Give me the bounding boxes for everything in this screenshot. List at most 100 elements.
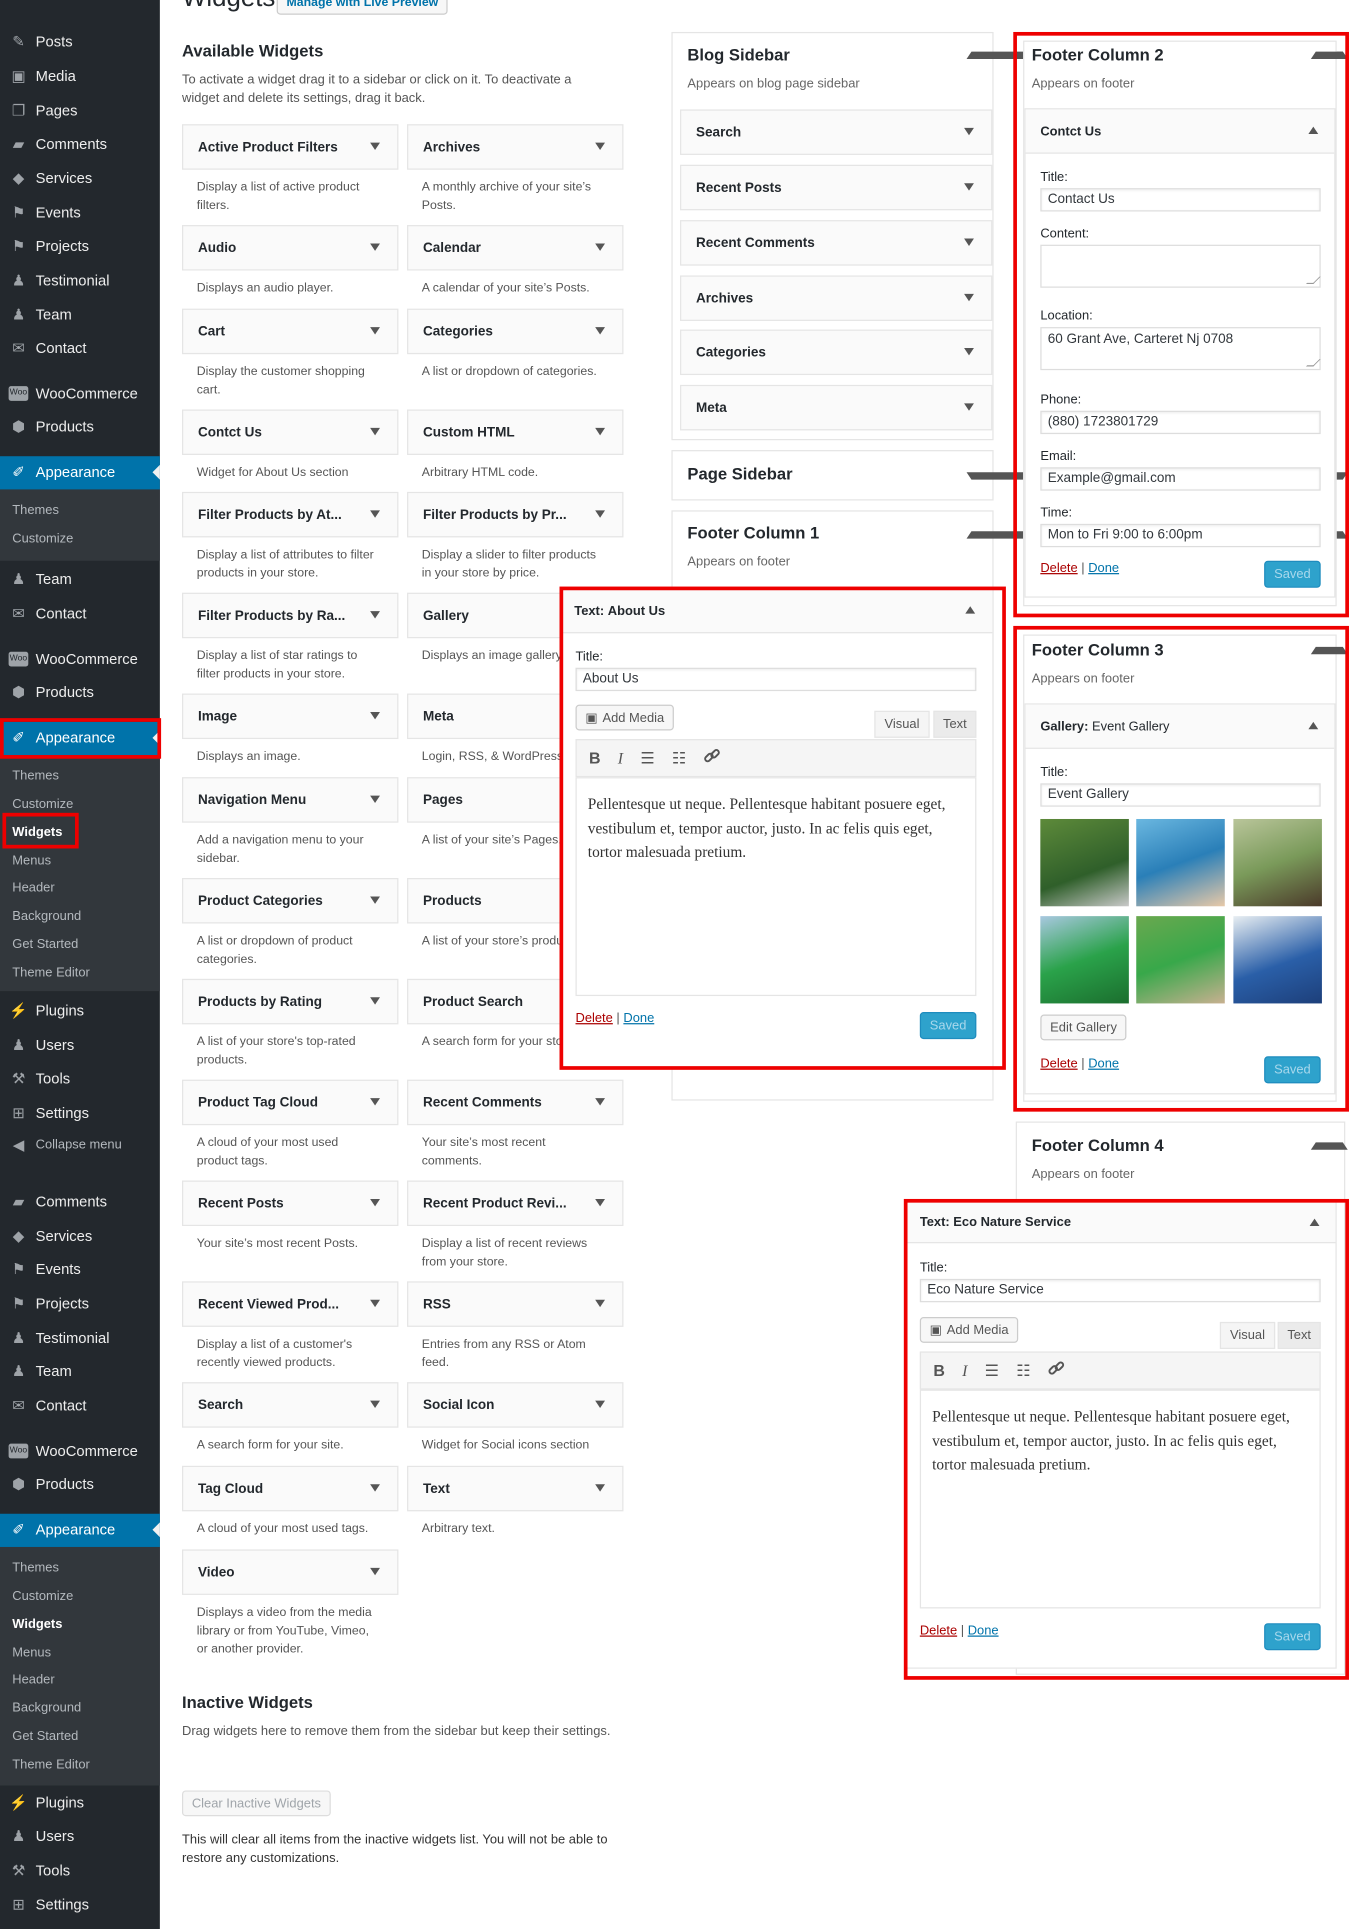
- widget-header[interactable]: Text: Eco Nature Service: [906, 1202, 1336, 1244]
- expand-arrow-icon[interactable]: [964, 127, 974, 136]
- done-link[interactable]: Done: [623, 1011, 654, 1026]
- gallery-image[interactable]: [1233, 916, 1322, 1004]
- phone-input[interactable]: (880) 1723801729: [1040, 410, 1321, 435]
- widget-archives[interactable]: Archives: [407, 124, 624, 170]
- italic-icon[interactable]: I: [962, 1361, 967, 1381]
- menu-item-appearance[interactable]: ✐ Appearance: [0, 455, 160, 489]
- menu-item-tools[interactable]: ⚒ Tools: [0, 1062, 160, 1095]
- title-input[interactable]: Contact Us: [1040, 188, 1321, 212]
- sidebar-widget[interactable]: Recent Comments: [680, 220, 993, 266]
- done-link[interactable]: Done: [968, 1623, 999, 1638]
- expand-arrow-icon[interactable]: [370, 142, 380, 151]
- menu-item-appearance[interactable]: ✐ Appearance: [0, 721, 160, 755]
- menu-item-theme-editor[interactable]: Theme Editor: [0, 1752, 160, 1777]
- done-link[interactable]: Done: [1088, 561, 1119, 576]
- widget-recent-viewed-prod-[interactable]: Recent Viewed Prod...: [181, 1281, 399, 1327]
- delete-link[interactable]: Delete: [575, 1011, 612, 1026]
- menu-item-collapse-menu[interactable]: ◀ Collapse menu: [0, 1128, 160, 1161]
- widget-filter-products-by-ra-[interactable]: Filter Products by Ra...: [181, 592, 399, 639]
- menu-item-events[interactable]: ⚑ Events: [0, 196, 160, 229]
- numbered-list-icon[interactable]: ☷: [1016, 1361, 1030, 1381]
- delete-link[interactable]: Delete: [1040, 1056, 1077, 1071]
- widget-custom-html[interactable]: Custom HTML: [407, 409, 624, 455]
- delete-link[interactable]: Delete: [1040, 561, 1077, 576]
- menu-item-header[interactable]: Header: [0, 1667, 160, 1692]
- expand-arrow-icon[interactable]: [370, 510, 380, 518]
- menu-item-team[interactable]: ♟ Team: [0, 1355, 160, 1388]
- menu-item-testimonial[interactable]: ♟ Testimonial: [0, 264, 160, 297]
- bold-icon[interactable]: B: [933, 1361, 945, 1379]
- menu-item-team[interactable]: ♟ Team: [0, 298, 160, 331]
- bold-icon[interactable]: B: [589, 749, 601, 767]
- sidebar-widget[interactable]: Archives: [680, 275, 993, 321]
- edit-gallery-button[interactable]: Edit Gallery: [1040, 1014, 1127, 1041]
- menu-item-users[interactable]: ♟ Users: [0, 1819, 160, 1852]
- bullet-list-icon[interactable]: ☰: [985, 1361, 999, 1381]
- widget-header[interactable]: Contct Us: [1025, 109, 1335, 154]
- menu-item-projects[interactable]: ⚑ Projects: [0, 1287, 160, 1320]
- expand-arrow-icon[interactable]: [595, 243, 606, 251]
- menu-item-contact[interactable]: ✉ Contact: [0, 1389, 160, 1422]
- expand-arrow-icon[interactable]: [595, 1198, 606, 1207]
- menu-item-contact[interactable]: ✉ Contact: [0, 331, 160, 364]
- menu-item-pages[interactable]: ❐ Pages: [0, 94, 160, 127]
- menu-item-background[interactable]: Background: [0, 904, 160, 929]
- tab-visual[interactable]: Visual: [1219, 1321, 1276, 1349]
- expand-arrow-icon[interactable]: [370, 1198, 380, 1207]
- expand-arrow-icon[interactable]: [370, 611, 380, 619]
- expand-arrow-icon[interactable]: [370, 427, 380, 436]
- sidebar-widget[interactable]: Meta: [680, 384, 993, 431]
- expand-arrow-icon[interactable]: [370, 997, 380, 1005]
- menu-item-dashboard[interactable]: ◔ Dashboard: [0, 0, 160, 10]
- manage-live-preview-button[interactable]: Manage with Live Preview: [276, 0, 449, 15]
- email-input[interactable]: Example@gmail.com: [1040, 467, 1321, 491]
- saved-button[interactable]: Saved: [1264, 1056, 1321, 1084]
- expand-arrow-icon[interactable]: [595, 1400, 606, 1409]
- menu-item-plugins[interactable]: ⚡ Plugins: [0, 994, 160, 1027]
- title-input[interactable]: Eco Nature Service: [919, 1278, 1321, 1303]
- add-media-button[interactable]: ▣ Add Media: [919, 1317, 1019, 1343]
- add-media-button[interactable]: ▣ Add Media: [575, 704, 675, 731]
- expand-arrow-icon[interactable]: [595, 1098, 606, 1106]
- menu-item-themes[interactable]: Themes: [0, 764, 160, 789]
- saved-button[interactable]: Saved: [1264, 1623, 1321, 1651]
- widget-tag-cloud[interactable]: Tag Cloud: [181, 1465, 399, 1512]
- gallery-image[interactable]: [1040, 818, 1129, 907]
- expand-arrow-icon[interactable]: [595, 1299, 606, 1308]
- menu-item-get-started[interactable]: Get Started: [0, 1724, 160, 1749]
- widget-calendar[interactable]: Calendar: [407, 225, 624, 271]
- menu-item-customize[interactable]: Customize: [0, 526, 160, 551]
- sidebar-widget[interactable]: Categories: [680, 329, 993, 376]
- expand-arrow-icon[interactable]: [370, 1400, 380, 1409]
- menu-item-themes[interactable]: Themes: [0, 1556, 160, 1581]
- menu-item-customize[interactable]: Customize: [0, 792, 160, 817]
- menu-item-header[interactable]: Header: [0, 876, 160, 901]
- menu-item-products[interactable]: ⬢ Products: [0, 676, 160, 709]
- widget-recent-product-revi-[interactable]: Recent Product Revi...: [407, 1180, 624, 1227]
- title-input[interactable]: About Us: [575, 667, 977, 692]
- saved-button[interactable]: Saved: [1264, 560, 1321, 588]
- tab-visual[interactable]: Visual: [874, 710, 930, 738]
- menu-item-events[interactable]: ⚑ Events: [0, 1252, 160, 1285]
- menu-item-settings[interactable]: ⊞ Settings: [0, 1888, 160, 1921]
- widget-rss[interactable]: RSS: [407, 1281, 624, 1327]
- widget-recent-comments[interactable]: Recent Comments: [407, 1079, 624, 1126]
- bullet-list-icon[interactable]: ☰: [640, 748, 654, 768]
- widget-text[interactable]: Text: [407, 1465, 624, 1512]
- time-input[interactable]: Mon to Fri 9:00 to 6:00pm: [1040, 523, 1321, 548]
- menu-item-comments[interactable]: ▰ Comments: [0, 127, 160, 160]
- gallery-image[interactable]: [1136, 916, 1225, 1004]
- menu-item-media[interactable]: ▣ Media: [0, 60, 160, 93]
- menu-item-products[interactable]: ⬢ Products: [0, 1468, 160, 1501]
- content-textarea[interactable]: [1040, 244, 1321, 288]
- italic-icon[interactable]: I: [618, 748, 623, 768]
- widget-product-tag-cloud[interactable]: Product Tag Cloud: [181, 1079, 399, 1126]
- content-editor[interactable]: Pellentesque ut neque. Pellentesque habi…: [575, 777, 977, 997]
- expand-arrow-icon[interactable]: [964, 183, 974, 191]
- menu-item-posts[interactable]: ✎ Posts: [0, 25, 160, 58]
- expand-arrow-icon[interactable]: [370, 795, 380, 803]
- widget-audio[interactable]: Audio: [181, 225, 399, 271]
- link-icon[interactable]: [703, 748, 720, 769]
- widget-filter-products-by-pr-[interactable]: Filter Products by Pr...: [407, 491, 624, 538]
- menu-item-theme-editor[interactable]: Theme Editor: [0, 960, 160, 985]
